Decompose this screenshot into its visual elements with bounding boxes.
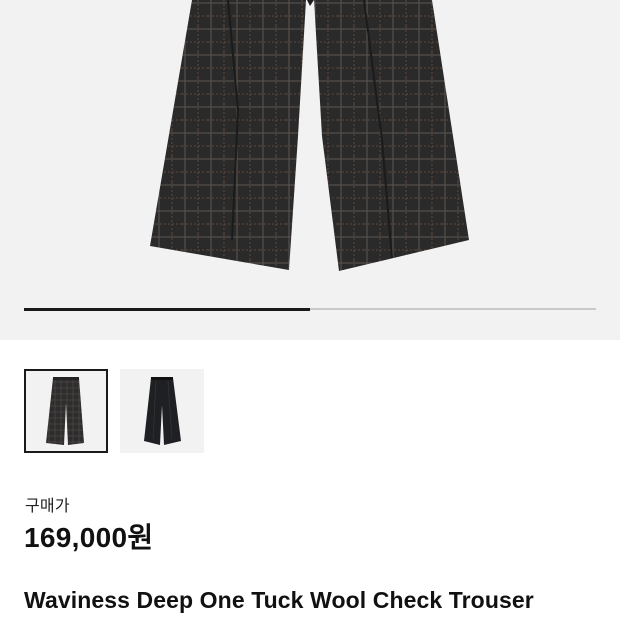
price-label: 구매가 [25, 498, 70, 515]
gallery-progress-track [24, 307, 596, 311]
thumbnail-2[interactable] [120, 369, 204, 453]
check-trouser-thumbnail-icon [46, 377, 84, 445]
product-price: 169,000원 [24, 522, 154, 553]
product-title: Waviness Deep One Tuck Wool Check Trouse… [24, 587, 534, 613]
thumbnail-strip [24, 369, 204, 453]
trouser-main-image [150, 0, 469, 271]
thumbnail-1[interactable] [24, 369, 108, 453]
dark-trouser-thumbnail-icon [144, 377, 181, 445]
gallery-progress-fill [24, 307, 310, 311]
product-image-gallery[interactable] [0, 0, 620, 340]
